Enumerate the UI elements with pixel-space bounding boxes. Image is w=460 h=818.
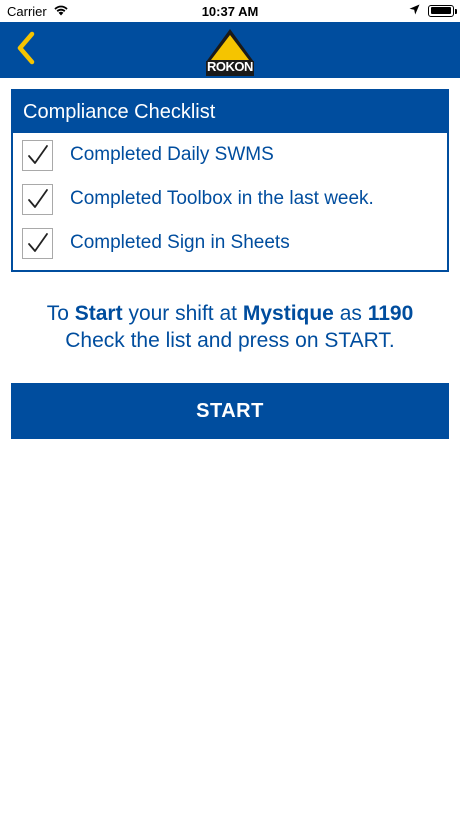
checklist-item-label: Completed Daily SWMS xyxy=(70,144,274,165)
location-arrow-icon xyxy=(409,3,420,18)
checkmark-icon xyxy=(27,189,48,208)
instruction-site: Mystique xyxy=(242,302,334,325)
checklist-item-daily-swms[interactable]: Completed Daily SWMS xyxy=(13,133,447,177)
shift-instruction: To Start your shift at Mystique as 1190 … xyxy=(0,300,460,354)
checkbox-sign-in-sheets[interactable] xyxy=(22,227,53,259)
instruction-middle: your shift at xyxy=(128,302,237,325)
instruction-as: as xyxy=(339,302,362,325)
status-bar: Carrier 10:37 AM xyxy=(0,0,460,22)
battery-icon xyxy=(428,4,457,17)
checkbox-toolbox[interactable] xyxy=(22,183,53,215)
checklist-item-sign-in-sheets[interactable]: Completed Sign in Sheets xyxy=(13,221,447,265)
checklist-item-label: Completed Sign in Sheets xyxy=(70,232,290,253)
rokon-logo: ROKON xyxy=(200,26,260,76)
status-right xyxy=(409,3,457,18)
back-button[interactable] xyxy=(6,28,46,72)
checklist-item-label: Completed Toolbox in the last week. xyxy=(70,188,374,209)
nav-bar: ROKON xyxy=(0,22,460,78)
instruction-action: Start xyxy=(74,302,123,325)
start-button[interactable]: START xyxy=(11,383,449,439)
checkmark-icon xyxy=(27,233,48,252)
checklist-title: Compliance Checklist xyxy=(13,91,447,133)
compliance-checklist: Compliance Checklist Completed Daily SWM… xyxy=(11,89,449,272)
instruction-line-1: To Start your shift at Mystique as 1190 xyxy=(0,300,460,327)
checklist-item-toolbox[interactable]: Completed Toolbox in the last week. xyxy=(13,177,447,221)
instruction-prefix: To xyxy=(46,302,69,325)
status-time: 10:37 AM xyxy=(201,4,259,19)
chevron-left-icon xyxy=(15,31,37,70)
logo-text: ROKON xyxy=(207,59,253,74)
instruction-id: 1190 xyxy=(367,302,414,325)
checkmark-icon xyxy=(27,145,48,164)
checkbox-daily-swms[interactable] xyxy=(22,139,53,171)
instruction-line-2: Check the list and press on START. xyxy=(65,329,395,352)
